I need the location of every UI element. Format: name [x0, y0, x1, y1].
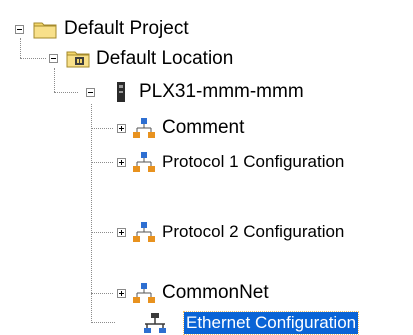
- location-folder-icon: [66, 51, 90, 68]
- tree-connector: [91, 104, 92, 323]
- collapse-device-toggle[interactable]: [86, 88, 95, 97]
- tree-connector: [91, 322, 115, 323]
- tree-connector: [91, 128, 113, 129]
- tree-connector: [54, 92, 78, 93]
- collapse-location-toggle[interactable]: [49, 54, 58, 63]
- tree-connector: [20, 58, 46, 59]
- tree-connector: [54, 68, 55, 92]
- tree-connector: [91, 232, 113, 233]
- tree-connector: [91, 293, 113, 294]
- ethernet-icon: [144, 313, 166, 333]
- network-node-icon: [133, 283, 155, 303]
- expand-protocol-1-toggle[interactable]: [117, 158, 126, 167]
- tree-connector: [20, 38, 21, 58]
- network-node-icon: [133, 152, 155, 172]
- expand-protocol-2-toggle[interactable]: [117, 228, 126, 237]
- network-node-icon: [133, 222, 155, 242]
- collapse-project-toggle[interactable]: [15, 25, 24, 34]
- tree-node-location[interactable]: Default Location: [94, 48, 235, 70]
- tree-node-protocol-1[interactable]: Protocol 1 Configuration: [160, 151, 346, 173]
- folder-icon: [33, 22, 57, 39]
- expand-commonnet-toggle[interactable]: [117, 289, 126, 298]
- tree-connector: [91, 162, 113, 163]
- tree-node-device[interactable]: PLX31-mmm-mmm: [137, 81, 306, 103]
- device-icon: [117, 82, 125, 102]
- tree-node-ethernet-configuration[interactable]: Ethernet Configuration: [182, 311, 360, 335]
- tree-node-comment[interactable]: Comment: [160, 117, 246, 139]
- project-tree: Default Project Default Location PLX31-m…: [0, 0, 413, 335]
- network-node-icon: [133, 118, 155, 138]
- expand-comment-toggle[interactable]: [117, 124, 126, 133]
- tree-node-commonnet[interactable]: CommonNet: [160, 282, 271, 304]
- tree-node-protocol-2[interactable]: Protocol 2 Configuration: [160, 221, 346, 243]
- tree-node-project[interactable]: Default Project: [62, 18, 191, 40]
